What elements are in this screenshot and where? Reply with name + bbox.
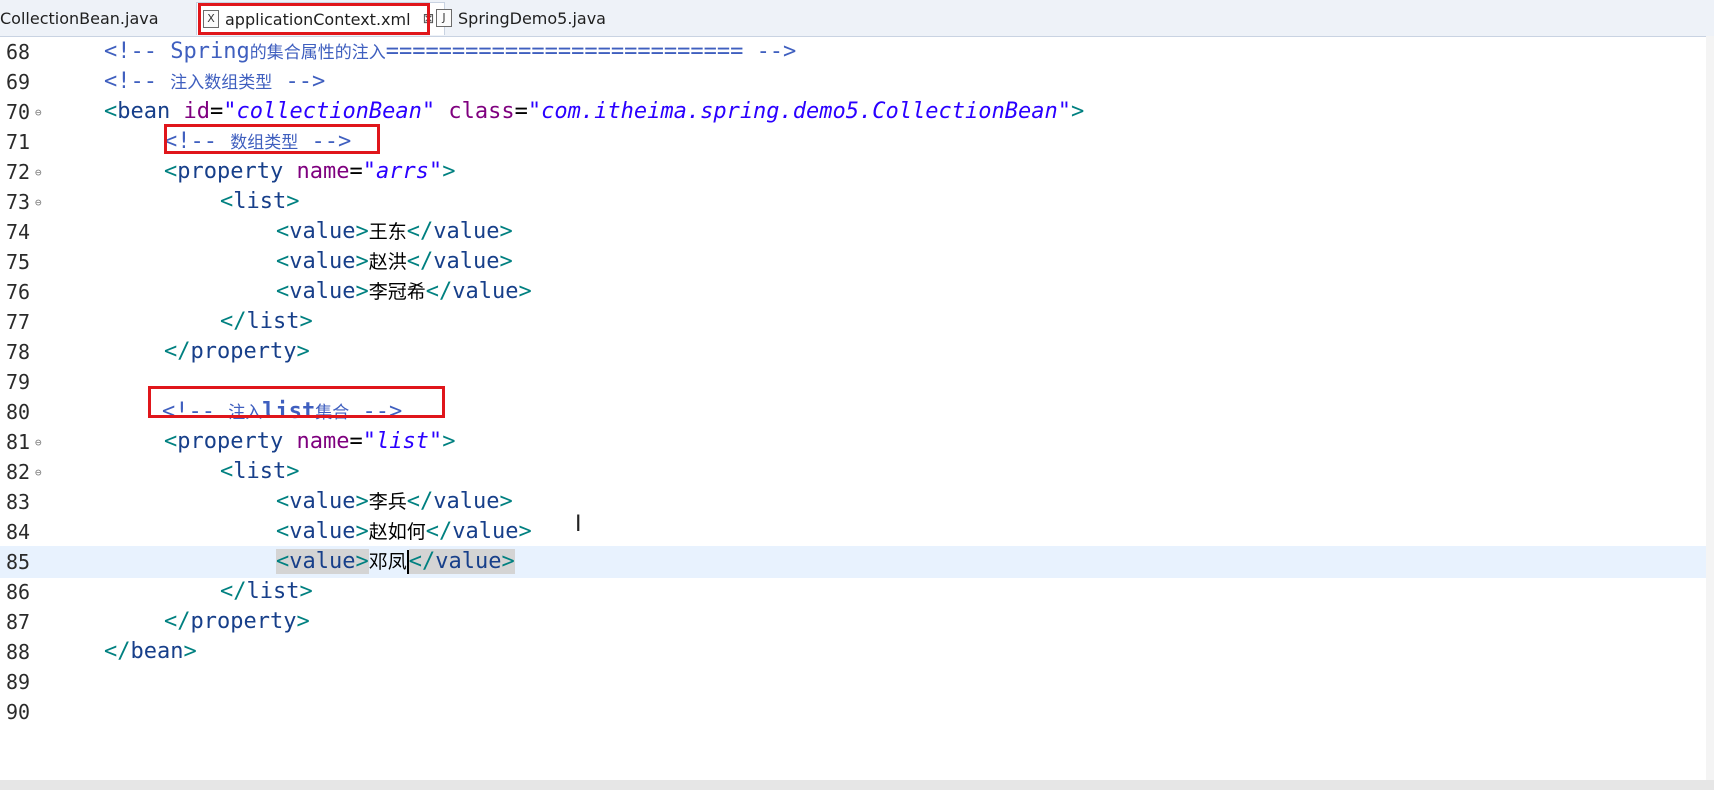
code-text: <value>赵如何</value>: [276, 519, 532, 544]
tab-springdemo5-java[interactable]: J SpringDemo5.java: [436, 2, 606, 34]
code-line: 88 </bean>: [0, 636, 1714, 668]
code-text: <list>: [220, 189, 300, 214]
code-text: </list>: [220, 579, 313, 604]
annotation-box-array-comment: [164, 124, 380, 154]
code-text: </property>: [164, 339, 310, 364]
code-text: <value>李兵</value>: [276, 489, 513, 514]
tab-label: SpringDemo5.java: [458, 8, 606, 28]
code-text: <property name="arrs">: [164, 159, 456, 184]
code-line: 86 </list>: [0, 576, 1714, 608]
vertical-scrollbar[interactable]: [1706, 36, 1714, 790]
code-text: <!-- Spring的集合属性的注入=====================…: [104, 39, 797, 64]
line-number: 88: [6, 640, 31, 664]
line-number: 84: [6, 520, 31, 544]
code-text: <value>王东</value>: [276, 219, 513, 244]
code-line-current: 85 <value>邓凤</value>: [0, 546, 1714, 578]
line-number: 70: [6, 100, 31, 124]
code-text: </bean>: [104, 639, 197, 664]
line-number: 85: [6, 550, 31, 574]
code-line: 68 <!-- Spring的集合属性的注入==================…: [0, 36, 1714, 68]
text-cursor-ibeam: I: [575, 512, 582, 537]
code-line: 89: [0, 666, 1714, 698]
line-number: 78: [6, 340, 31, 364]
line-number: 75: [6, 250, 31, 274]
annotation-box-tab: [198, 3, 430, 35]
line-number: 77: [6, 310, 31, 334]
line-number: 76: [6, 280, 31, 304]
code-line: 82 ⊖ <list>: [0, 456, 1714, 488]
code-line: 84 <value>赵如何</value>: [0, 516, 1714, 548]
fold-collapse-icon[interactable]: ⊖: [35, 437, 42, 448]
line-number: 81: [6, 430, 31, 454]
line-number: 82: [6, 460, 31, 484]
tab-label: CollectionBean.java: [0, 8, 159, 28]
code-line: 77 </list>: [0, 306, 1714, 338]
line-number: 89: [6, 670, 31, 694]
line-number: 73: [6, 190, 31, 214]
code-line: 81 ⊖ <property name="list">: [0, 426, 1714, 458]
code-line: 87 </property>: [0, 606, 1714, 638]
code-text: <property name="list">: [164, 429, 456, 454]
code-editor[interactable]: 68 <!-- Spring的集合属性的注入==================…: [0, 36, 1714, 790]
code-line: 72 ⊖ <property name="arrs">: [0, 156, 1714, 188]
line-number: 80: [6, 400, 31, 424]
code-text: <value>赵洪</value>: [276, 249, 513, 274]
code-text: <value>李冠希</value>: [276, 279, 532, 304]
java-file-icon: J: [436, 9, 452, 27]
line-number: 83: [6, 490, 31, 514]
code-text: </list>: [220, 309, 313, 334]
code-line: 73 ⊖ <list>: [0, 186, 1714, 218]
code-line: 78 </property>: [0, 336, 1714, 368]
code-line: 83 <value>李兵</value>: [0, 486, 1714, 518]
annotation-box-list-comment: [148, 386, 445, 418]
line-number: 87: [6, 610, 31, 634]
line-number: 79: [6, 370, 31, 394]
fold-collapse-icon[interactable]: ⊖: [35, 197, 42, 208]
line-number: 72: [6, 160, 31, 184]
line-number: 90: [6, 700, 31, 724]
line-number: 68: [6, 40, 31, 64]
fold-collapse-icon[interactable]: ⊖: [35, 167, 42, 178]
code-text: <list>: [220, 459, 300, 484]
line-number: 69: [6, 70, 31, 94]
line-number: 74: [6, 220, 31, 244]
code-line: 90: [0, 696, 1714, 728]
code-line: 74 <value>王东</value>: [0, 216, 1714, 248]
code-line: 75 <value>赵洪</value>: [0, 246, 1714, 278]
code-line: 76 <value>李冠希</value>: [0, 276, 1714, 308]
line-number: 71: [6, 130, 31, 154]
horizontal-scrollbar[interactable]: [0, 780, 1714, 790]
line-number: 86: [6, 580, 31, 604]
code-text: <!-- 注入数组类型 -->: [104, 69, 326, 94]
code-line: 69 <!-- 注入数组类型 -->: [0, 66, 1714, 98]
code-text: </property>: [164, 609, 310, 634]
fold-collapse-icon[interactable]: ⊖: [35, 467, 42, 478]
tab-collectionbean-java[interactable]: CollectionBean.java: [0, 2, 159, 34]
fold-collapse-icon[interactable]: ⊖: [35, 107, 42, 118]
code-text: <value>邓凤</value>: [276, 549, 515, 574]
